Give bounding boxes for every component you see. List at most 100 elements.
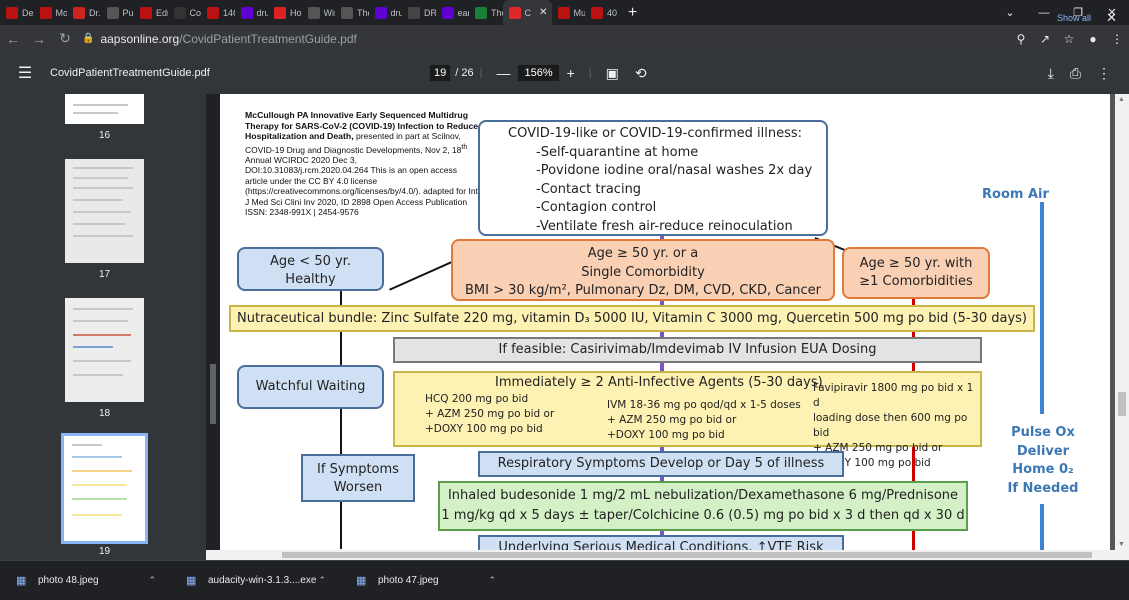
age-single-comorbidity-box: Age ≥ 50 yr. or a Single Comorbidity BMI >…	[451, 239, 835, 301]
antibody-infusion-box: If feasible: Casirivimab/Imdevimab IV In…	[393, 337, 982, 363]
thumbnail-page-19[interactable]	[61, 433, 148, 544]
pdf-toolbar: ☰ CovidPatientTreatmentGuide.pdf 19 / 26…	[0, 52, 1129, 94]
thumbnail-label: 17	[98, 269, 111, 280]
browser-tab[interactable]: The B	[469, 0, 503, 25]
tab-strip: Dear More Dr. M Publi Editin Conti 146 F drudg H…	[0, 0, 1129, 25]
zoom-out-icon[interactable]: —	[488, 65, 518, 81]
address-toolbar: ← → ↻ 🔒 aapsonline.org/CovidPatientTreat…	[0, 25, 1129, 52]
tab-title: 40 St	[607, 7, 619, 18]
browser-tab[interactable]: drudg	[235, 0, 269, 25]
tab-title: drudg	[256, 7, 269, 18]
tab-title: drudg	[390, 7, 403, 18]
tab-search-icon[interactable]: ⌄	[993, 6, 1027, 19]
chevron-up-icon[interactable]: ⌃	[318, 575, 326, 586]
tab-title: C	[524, 7, 532, 18]
age-under-50-box: Age < 50 yr. Healthy	[237, 247, 384, 291]
tab-title: Horo	[290, 7, 302, 18]
download-item[interactable]: ▦ photo 48.jpeg ⌃	[0, 574, 170, 588]
nutraceutical-bundle: Nutraceutical bundle: Zinc Sulfate 220 m…	[229, 305, 1035, 332]
globe-icon	[106, 6, 119, 19]
browser-tab[interactable]: Dear	[0, 0, 34, 25]
pdf-viewer[interactable]: McCullough PA Innovative Early Sequenced…	[206, 94, 1129, 560]
bookmark-star-icon[interactable]: ☆	[1057, 32, 1081, 46]
globe-icon	[341, 6, 353, 19]
browser-menu-icon[interactable]: ⋮	[1105, 32, 1129, 46]
vertical-scrollbar[interactable]: ▲ ▼	[1115, 94, 1129, 550]
browser-tab[interactable]: More	[34, 0, 67, 25]
browser-tab[interactable]: DRUD	[402, 0, 436, 25]
audacity-icon: ▦	[186, 574, 197, 587]
tab-title: early	[457, 7, 470, 18]
browser-tab[interactable]: The N	[335, 0, 369, 25]
bi-icon	[591, 6, 603, 19]
download-item[interactable]: ▦ audacity-win-3.1.3....exe ⌃	[170, 574, 340, 588]
close-downloads-icon[interactable]: ✕	[1106, 10, 1117, 26]
minimize-icon[interactable]: —	[1027, 7, 1061, 19]
toolbar-divider: |	[479, 67, 483, 79]
tab-title: DRUD	[424, 7, 436, 18]
zoom-in-icon[interactable]: +	[559, 65, 583, 81]
browser-tab[interactable]: Must	[552, 0, 585, 25]
tab-title: Conti	[189, 7, 202, 18]
thumbnail-page-17[interactable]	[65, 159, 144, 263]
page-number-input[interactable]: 19	[430, 65, 451, 81]
close-tab-icon[interactable]: ✕	[539, 7, 547, 18]
share-icon[interactable]: ↗	[1033, 32, 1057, 46]
fit-page-icon[interactable]: ▣	[598, 65, 627, 82]
pdf-more-icon[interactable]: ⋮	[1089, 65, 1119, 82]
pdf-menu-icon[interactable]: ☰	[0, 63, 50, 83]
profile-avatar-icon[interactable]: ●	[1081, 32, 1105, 46]
download-filename: audacity-win-3.1.3....exe	[208, 575, 317, 586]
tab-title: The B	[491, 7, 503, 18]
nr-icon	[173, 6, 186, 19]
download-item[interactable]: ▦ photo 47.jpeg ⌃	[340, 574, 510, 588]
bi-icon	[39, 6, 52, 19]
lock-icon[interactable]: 🔒	[82, 33, 94, 44]
room-air-label: Room Air	[982, 187, 1049, 202]
new-tab-icon[interactable]: +	[619, 4, 647, 22]
chevron-up-icon[interactable]: ⌃	[148, 575, 156, 586]
browser-tab[interactable]: Conti	[168, 0, 202, 25]
forward-icon[interactable]: →	[26, 31, 52, 47]
back-icon[interactable]: ←	[0, 31, 26, 47]
tab-title: Dear	[22, 7, 34, 18]
thumbnail-page-16[interactable]	[65, 94, 144, 124]
tab-title: Dr. M	[89, 7, 101, 18]
url-path: /CovidPatientTreatmentGuide.pdf	[179, 31, 357, 46]
show-all-button[interactable]: Show all	[1057, 13, 1091, 23]
page-total: / 26	[455, 67, 474, 79]
browser-tab[interactable]: Wind	[302, 0, 336, 25]
tab-title: Wind	[323, 7, 336, 18]
zoom-lens-icon[interactable]: ⚲	[1009, 32, 1033, 46]
respiratory-symptoms-box: Respiratory Symptoms Develop or Day 5 of…	[478, 451, 844, 477]
watchful-waiting-box: Watchful Waiting	[237, 365, 384, 409]
browser-tab[interactable]: 40 St	[585, 0, 619, 25]
thumbnail-page-18[interactable]	[65, 298, 144, 402]
age-multi-comorbidity-box: Age ≥ 50 yr. with ≥1 Comorbidities	[842, 247, 990, 299]
pdf-page: McCullough PA Innovative Early Sequenced…	[220, 94, 1110, 550]
horizontal-scrollbar[interactable]	[206, 550, 1129, 560]
window-icon	[307, 6, 320, 19]
yahoo-icon	[441, 6, 454, 19]
print-icon[interactable]: ⎙	[1062, 65, 1089, 82]
zoom-level-input[interactable]: 156%	[518, 65, 559, 81]
rotate-icon[interactable]: ⟲	[627, 65, 655, 82]
browser-tab[interactable]: Dr. M	[67, 0, 101, 25]
browser-tab[interactable]: C ✕	[502, 0, 552, 25]
browser-tab[interactable]: early	[436, 0, 470, 25]
browser-tab[interactable]: drudg	[369, 0, 403, 25]
url-host: aapsonline.org	[100, 31, 180, 46]
green-icon	[475, 6, 487, 19]
browser-tab[interactable]: Horo	[268, 0, 302, 25]
bi-icon	[207, 6, 219, 19]
browser-tab[interactable]: 146 F	[201, 0, 235, 25]
url-field[interactable]: 🔒 aapsonline.org/CovidPatientTreatmentGu…	[82, 28, 1009, 49]
sidebar-scrollbar[interactable]	[206, 94, 220, 550]
browser-tab[interactable]: Publi	[101, 0, 134, 25]
chevron-up-icon[interactable]: ⌃	[488, 575, 496, 586]
reload-icon[interactable]: ↻	[52, 30, 78, 47]
browser-tab[interactable]: Editin	[134, 0, 168, 25]
tab-title: 146 F	[223, 7, 235, 18]
download-icon[interactable]: ⤓	[1040, 65, 1062, 82]
room-air-arrow	[1040, 202, 1044, 414]
